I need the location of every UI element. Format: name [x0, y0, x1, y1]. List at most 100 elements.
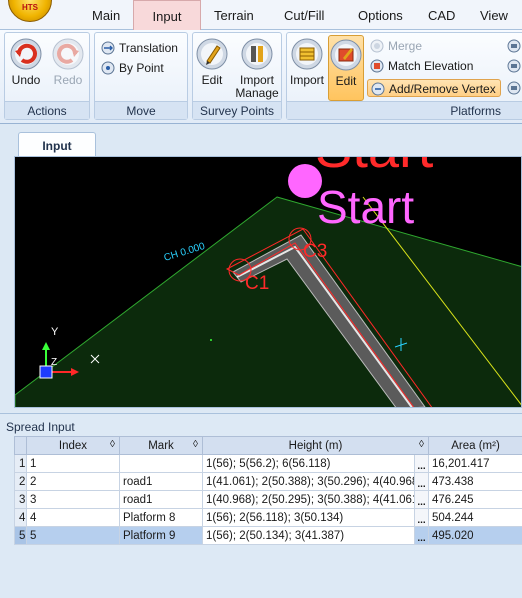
cell-height[interactable]: 1(40.968); 2(50.295); 3(50.388); 4(41.06…: [202, 490, 415, 509]
cad-viewport[interactable]: Start C1 C3 Start CH 0.000: [14, 156, 522, 408]
tab-view[interactable]: View: [480, 8, 508, 23]
extra-icon-3: [507, 81, 521, 95]
cell-index[interactable]: 1: [26, 454, 120, 473]
spread-input-title: Spread Input: [6, 420, 75, 434]
cell-mark[interactable]: road1: [119, 472, 203, 491]
height-edit-button[interactable]: ...: [414, 490, 429, 509]
group-platforms: Import Edit Merge Match Elevation Add/Re…: [286, 32, 522, 120]
undo-label: Undo: [11, 73, 41, 87]
ribbon: Undo Redo Actions Translation By Point M…: [0, 30, 522, 124]
platform-extra-button-2[interactable]: [507, 57, 522, 75]
platform-edit-label: Edit: [335, 74, 357, 88]
cell-height[interactable]: 1(56); 5(56.2); 6(56.118): [202, 454, 415, 473]
cell-mark[interactable]: Platform 9: [119, 526, 203, 545]
table-row[interactable]: 2 2 road1 1(41.061); 2(50.388); 3(50.296…: [14, 472, 522, 491]
column-header-index[interactable]: Index ◊: [26, 436, 120, 455]
match-elevation-button[interactable]: Match Elevation: [370, 57, 473, 75]
cell-index[interactable]: 2: [26, 472, 120, 491]
column-header-area[interactable]: Area (m²): [428, 436, 522, 455]
tab-options[interactable]: Options: [358, 8, 403, 23]
add-remove-vertex-icon: [371, 82, 385, 96]
add-remove-vertex-label: Add/Remove Vertex: [389, 82, 496, 96]
start-label-large: Start: [315, 157, 434, 179]
y-axis-label: Y: [51, 326, 59, 338]
table-row[interactable]: 1 1 1(56); 5(56.2); 6(56.118) ... 16,201…: [14, 454, 522, 473]
start-label: Start: [317, 181, 414, 233]
row-number: 5: [14, 526, 27, 545]
row-number: 3: [14, 490, 27, 509]
group-actions: Undo Redo Actions: [4, 32, 90, 120]
group-label-move: Move: [95, 101, 187, 119]
cell-index[interactable]: 5: [26, 526, 120, 545]
table-row[interactable]: 4 4 Platform 8 1(56); 2(56.118); 3(50.13…: [14, 508, 522, 527]
tab-terrain[interactable]: Terrain: [214, 8, 254, 23]
document-area: Input Start C1 C3 Start CH 0.000: [0, 124, 522, 412]
add-remove-vertex-button[interactable]: Add/Remove Vertex: [367, 79, 501, 97]
translation-button[interactable]: Translation: [101, 39, 178, 57]
column-header-mark[interactable]: Mark ◊: [119, 436, 203, 455]
tab-cad[interactable]: CAD: [428, 8, 455, 23]
group-survey-points: Edit Import Manage Survey Points: [192, 32, 282, 120]
cell-index[interactable]: 4: [26, 508, 120, 527]
platform-edit-button[interactable]: Edit: [328, 35, 364, 101]
undo-button[interactable]: Undo: [7, 35, 45, 87]
cell-area: 16,201.417: [428, 454, 522, 473]
translation-label: Translation: [119, 41, 178, 55]
table-row-selected[interactable]: 5 5 Platform 9 1(56); 2(50.134); 3(41.38…: [14, 526, 522, 545]
platform-import-button[interactable]: Import: [289, 35, 325, 87]
cell-index[interactable]: 3: [26, 490, 120, 509]
row-number: 2: [14, 472, 27, 491]
tab-main[interactable]: Main: [92, 8, 120, 23]
table-row[interactable]: 3 3 road1 1(40.968); 2(50.295); 3(50.388…: [14, 490, 522, 509]
redo-button[interactable]: Redo: [49, 35, 87, 87]
cell-mark[interactable]: Platform 8: [119, 508, 203, 527]
cell-area: 495.020: [428, 526, 522, 545]
cell-area: 476.245: [428, 490, 522, 509]
merge-label: Merge: [388, 39, 423, 53]
z-axis-label: Z: [51, 357, 57, 368]
sort-icon[interactable]: ◊: [110, 439, 115, 450]
cell-height[interactable]: 1(56); 2(56.118); 3(50.134): [202, 508, 415, 527]
spread-input-table: Index ◊ Mark ◊ Height (m) ◊ Area (m²) 1 1 1…: [14, 436, 522, 545]
height-edit-button[interactable]: ...: [414, 454, 429, 473]
row-number: 1: [14, 454, 27, 473]
import-manage-button[interactable]: Import Manage: [233, 35, 281, 100]
group-label-actions: Actions: [5, 101, 89, 119]
survey-edit-icon: [195, 37, 229, 71]
cell-mark[interactable]: road1: [119, 490, 203, 509]
cell-mark[interactable]: [119, 454, 203, 473]
tab-input[interactable]: Input: [133, 0, 201, 31]
match-elevation-icon: [370, 59, 384, 73]
sort-icon[interactable]: ◊: [193, 439, 198, 450]
terrain-area: [15, 196, 521, 407]
by-point-label: By Point: [119, 61, 164, 75]
import-manage-icon: [240, 37, 274, 71]
column-label-area: Area (m²): [451, 439, 500, 452]
cell-area: 473.438: [428, 472, 522, 491]
undo-icon: [9, 37, 43, 71]
tab-cut-fill[interactable]: Cut/Fill: [284, 8, 324, 23]
app-menu-button[interactable]: HTS: [8, 0, 52, 22]
column-label-mark: Mark: [148, 439, 174, 452]
platform-extra-button-3[interactable]: [507, 79, 522, 97]
height-edit-button[interactable]: ...: [414, 472, 429, 491]
extra-icon-1: [507, 39, 521, 53]
platform-import-label: Import: [289, 73, 324, 87]
survey-edit-button[interactable]: Edit: [195, 35, 229, 87]
platform-edit-icon: [329, 38, 363, 72]
label-c3: C3: [303, 241, 327, 262]
height-edit-button[interactable]: ...: [414, 526, 429, 545]
height-edit-button[interactable]: ...: [414, 508, 429, 527]
sort-icon[interactable]: ◊: [419, 439, 424, 450]
column-label-height: Height (m): [288, 439, 343, 452]
redo-label: Redo: [53, 73, 83, 87]
merge-button[interactable]: Merge: [370, 37, 422, 55]
cell-height[interactable]: 1(41.061); 2(50.388); 3(50.296); 4(40.96…: [202, 472, 415, 491]
row-number: 4: [14, 508, 27, 527]
by-point-button[interactable]: By Point: [101, 59, 164, 77]
group-label-survey-points: Survey Points: [193, 101, 281, 119]
platform-extra-button-1[interactable]: [507, 37, 522, 55]
cell-height[interactable]: 1(56); 2(50.134); 3(41.387): [202, 526, 415, 545]
column-header-height[interactable]: Height (m) ◊: [202, 436, 429, 455]
viewport-canvas[interactable]: Start C1 C3 Start CH 0.000: [15, 157, 522, 408]
